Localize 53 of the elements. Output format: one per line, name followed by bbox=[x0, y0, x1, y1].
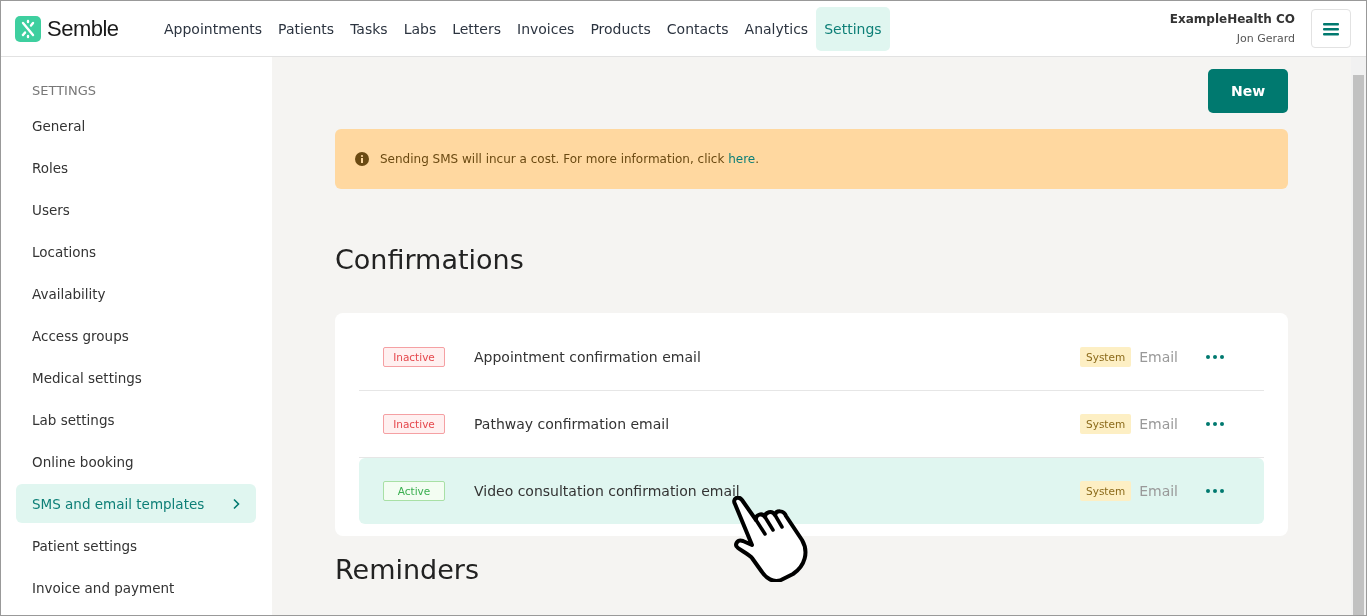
sidebar-item[interactable]: Invoice and payment bbox=[16, 568, 256, 607]
logo-text: Semble bbox=[47, 15, 119, 42]
here-link[interactable]: here bbox=[728, 152, 756, 166]
nav-link[interactable]: Appointments bbox=[156, 6, 271, 51]
status-badge: Inactive bbox=[383, 414, 445, 434]
sidebar-item[interactable]: Medical settings bbox=[16, 358, 256, 397]
channel-label: Email bbox=[1139, 416, 1178, 432]
info-message: Sending SMS will incur a cost. For more information, click here. bbox=[380, 152, 760, 166]
sidebar-item[interactable]: Availability bbox=[16, 274, 256, 313]
logo-icon bbox=[15, 15, 41, 42]
sidebar-heading: SETTINGS bbox=[31, 83, 97, 98]
user-name: Jon Gerard bbox=[1235, 32, 1295, 45]
sidebar-item[interactable]: General bbox=[16, 106, 256, 145]
nav-link[interactable]: Labs bbox=[395, 6, 445, 51]
sidebar-item[interactable]: Users bbox=[16, 190, 256, 229]
sidebar-item[interactable]: Lab settings bbox=[16, 400, 256, 439]
nav-link[interactable]: Tasks bbox=[342, 6, 396, 51]
nav-link[interactable]: Letters bbox=[444, 6, 509, 51]
section-heading: Reminders bbox=[335, 554, 480, 585]
nav-link[interactable]: Analytics bbox=[736, 6, 817, 51]
nav-link[interactable]: Products bbox=[582, 6, 659, 51]
status-badge: Active bbox=[383, 481, 445, 501]
sidebar-item[interactable]: Roles bbox=[16, 148, 256, 187]
new-button[interactable]: New bbox=[1208, 69, 1288, 113]
organization-name: ExampleHealth CO bbox=[1169, 12, 1295, 26]
nav-link[interactable]: Contacts bbox=[658, 6, 737, 51]
menu-button[interactable] bbox=[1311, 9, 1351, 48]
sidebar-item[interactable]: Online booking bbox=[16, 442, 256, 481]
nav-link[interactable]: Patients bbox=[270, 6, 343, 51]
system-tag: System bbox=[1080, 347, 1132, 367]
info-icon bbox=[355, 152, 369, 166]
system-tag: System bbox=[1080, 481, 1132, 501]
sidebar-item[interactable]: SMS and email templates bbox=[16, 484, 256, 523]
sidebar-item[interactable]: Locations bbox=[16, 232, 256, 271]
nav-link[interactable]: Invoices bbox=[509, 6, 583, 51]
template-name: Video consultation confirmation email bbox=[474, 483, 741, 499]
sidebar-item[interactable]: Patient settings bbox=[16, 526, 256, 565]
ellipsis-icon bbox=[1206, 489, 1224, 493]
template-row[interactable]: Active Video consultation confirmation email System Email bbox=[359, 458, 1264, 524]
system-tag: System bbox=[1080, 414, 1132, 434]
template-name: Appointment confirmation email bbox=[474, 349, 702, 365]
status-badge: Inactive bbox=[383, 347, 445, 367]
menu-icon bbox=[1323, 21, 1339, 36]
section-heading: Confirmations bbox=[335, 244, 525, 275]
sidebar-item[interactable]: Access groups bbox=[16, 316, 256, 355]
template-row[interactable]: Inactive Appointment confirmation email System Email bbox=[359, 324, 1264, 391]
ellipsis-icon bbox=[1206, 422, 1224, 426]
ellipsis-icon bbox=[1206, 355, 1224, 359]
template-name: Pathway confirmation email bbox=[474, 416, 671, 432]
chevron-right-icon bbox=[232, 497, 240, 510]
channel-label: Email bbox=[1139, 349, 1178, 365]
channel-label: Email bbox=[1139, 483, 1178, 499]
nav-link[interactable]: Settings bbox=[816, 6, 890, 51]
